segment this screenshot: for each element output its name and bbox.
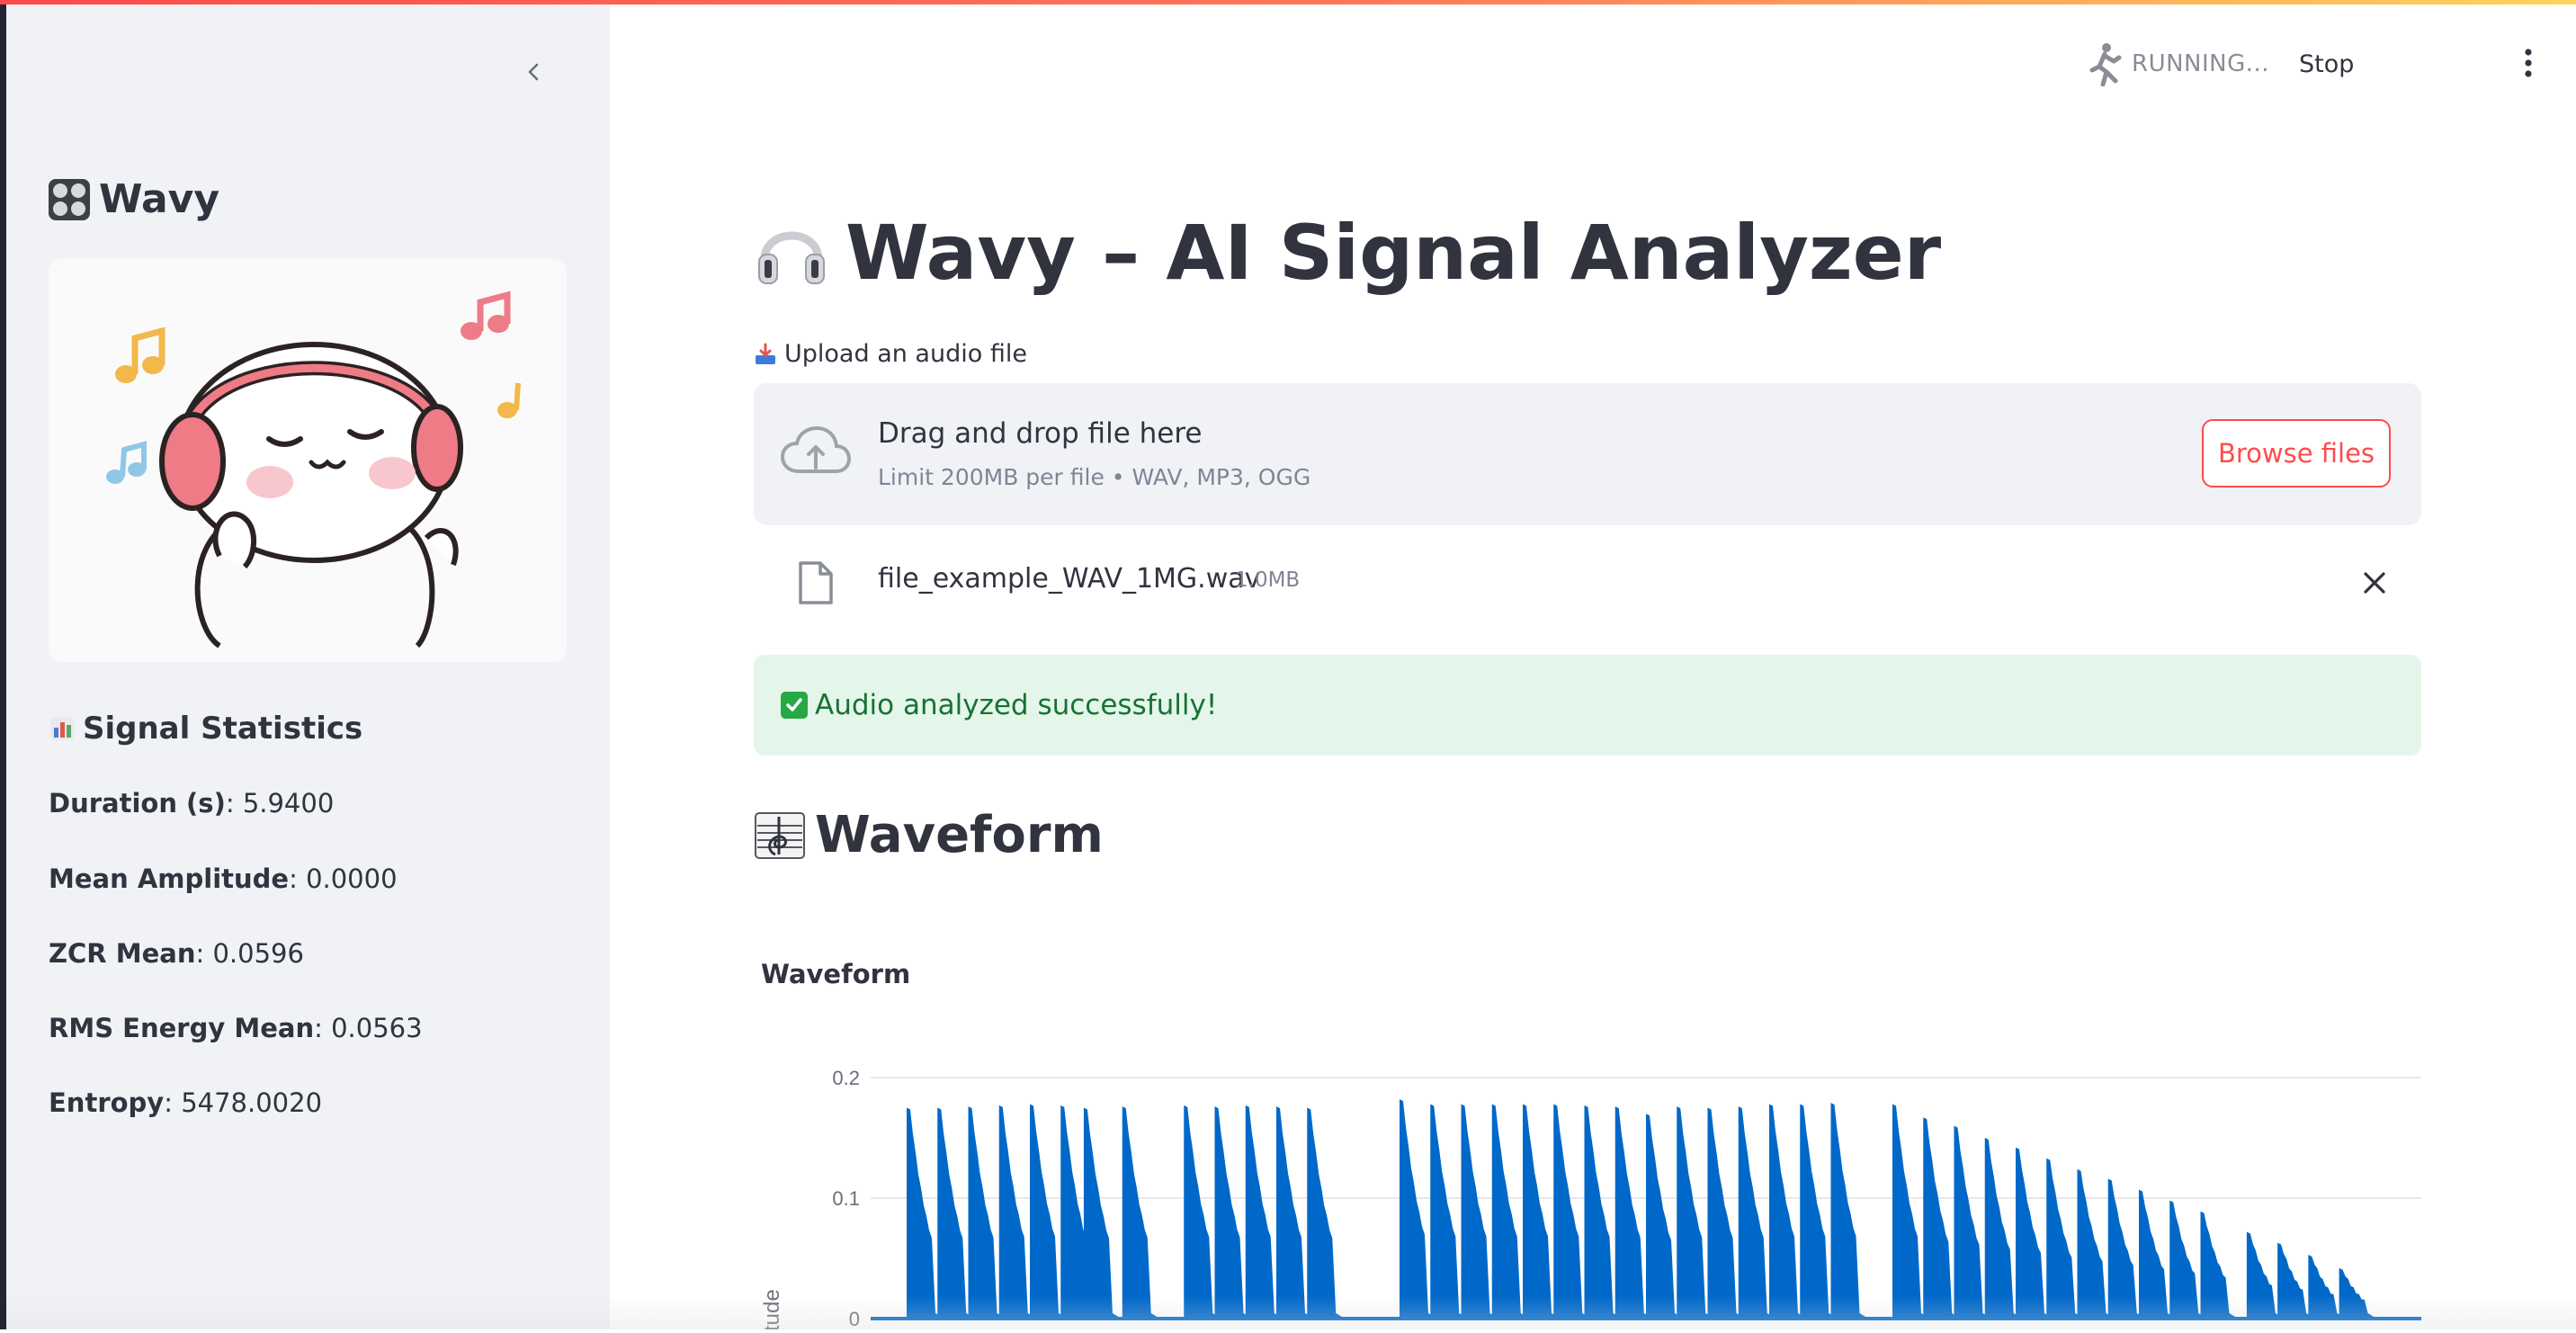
main-menu-icon[interactable] — [2515, 45, 2542, 81]
stat-value: : 0.0596 — [195, 938, 304, 969]
mascot-image — [49, 259, 567, 662]
signal-statistics-label: Signal Statistics — [83, 711, 363, 747]
stat-label: ZCR Mean — [49, 938, 196, 969]
y-tick-label: 0.2 — [832, 1067, 860, 1089]
waveform-heading-text: Waveform — [815, 806, 1104, 864]
music-note-icon — [461, 291, 511, 340]
collapse-sidebar-button[interactable] — [516, 54, 552, 90]
running-person-icon — [2089, 43, 2122, 86]
y-axis-label: Amplitude — [760, 1289, 784, 1329]
music-note-icon — [115, 327, 165, 383]
stop-button[interactable]: Stop — [2299, 50, 2354, 78]
chevron-left-icon — [528, 63, 539, 81]
music-note-icon — [497, 382, 521, 418]
window-edge — [0, 0, 6, 1329]
bar-chart-icon — [50, 717, 74, 740]
signal-statistics-heading: Signal Statistics — [49, 711, 362, 747]
stat-label: Entropy — [49, 1087, 165, 1118]
waveform-burst — [1122, 1106, 1160, 1319]
waveform-burst — [1083, 1107, 1122, 1319]
stat-zcr-mean: ZCR Mean: 0.0596 — [49, 938, 304, 969]
sidebar-brand: Wavy — [49, 176, 219, 222]
dropzone-title: Drag and drop file here — [878, 417, 1203, 450]
remove-file-close-icon[interactable] — [2362, 570, 2387, 595]
waveform-burst — [1307, 1107, 1346, 1319]
stat-label: Mean Amplitude — [49, 863, 290, 894]
waveform-burst — [2200, 1211, 2239, 1319]
y-tick-label: 0 — [849, 1308, 860, 1329]
stat-value: : 5478.0020 — [164, 1087, 323, 1118]
stat-value: : 0.0000 — [289, 863, 398, 894]
waveform-heading: Waveform — [754, 806, 1104, 864]
running-status: RUNNING... — [2132, 50, 2270, 77]
uploaded-file-row: file_example_WAV_1MG.wav 1.0MB — [754, 550, 2421, 613]
file-size: 1.0MB — [1235, 568, 1301, 592]
page-title: Wavy – AI Signal Analyzer — [754, 209, 1941, 297]
stat-label: RMS Energy Mean — [49, 1013, 315, 1043]
success-alert: Audio analyzed successfully! — [754, 655, 2421, 756]
cloud-upload-icon — [781, 425, 851, 473]
stat-entropy: Entropy: 5478.0020 — [49, 1087, 322, 1118]
upload-label-text: Upload an audio file — [784, 340, 1027, 368]
check-mark-icon — [781, 692, 808, 719]
headphones-icon — [758, 231, 825, 284]
app-header-status: RUNNING... Stop — [2072, 41, 2576, 88]
top-accent-bar — [0, 0, 2576, 4]
inbox-tray-icon — [756, 343, 775, 364]
upload-label: Upload an audio file — [754, 340, 1027, 368]
stat-value: : 5.9400 — [225, 788, 335, 819]
page-title-text: Wavy – AI Signal Analyzer — [845, 209, 1942, 297]
waveform-plot: 0.2 0.1 0 Amplitude — [760, 1067, 2421, 1333]
success-message: Audio analyzed successfully! — [815, 689, 1218, 721]
headphone-mascot-illustration — [106, 291, 521, 649]
file-icon — [799, 561, 833, 604]
music-note-icon — [106, 441, 147, 484]
chart-title: Waveform — [761, 959, 911, 989]
file-name: file_example_WAV_1MG.wav — [878, 563, 1261, 595]
y-tick-label: 0.1 — [832, 1187, 860, 1210]
stat-value: : 0.0563 — [314, 1013, 423, 1043]
browse-files-button[interactable]: Browse files — [2202, 419, 2391, 488]
waveform-burst — [1830, 1103, 1869, 1319]
sidebar-brand-label: Wavy — [99, 176, 220, 222]
stat-label: Duration (s) — [49, 788, 226, 819]
musical-score-icon — [755, 811, 805, 859]
stat-duration: Duration (s): 5.9400 — [49, 788, 334, 819]
sidebar: Wavy Signal Statistics Duration (s): 5.9… — [0, 0, 610, 1329]
waveform-burst — [2339, 1267, 2377, 1319]
control-knobs-icon — [49, 178, 90, 220]
stat-mean-amplitude: Mean Amplitude: 0.0000 — [49, 863, 398, 894]
waveform-chart: 0.2 0.1 0 Amplitude — [754, 1025, 2421, 1333]
dropzone-limit: Limit 200MB per file • WAV, MP3, OGG — [878, 464, 1311, 490]
file-dropzone[interactable]: Drag and drop file here Limit 200MB per … — [754, 383, 2421, 525]
stat-rms-energy-mean: RMS Energy Mean: 0.0563 — [49, 1013, 423, 1043]
